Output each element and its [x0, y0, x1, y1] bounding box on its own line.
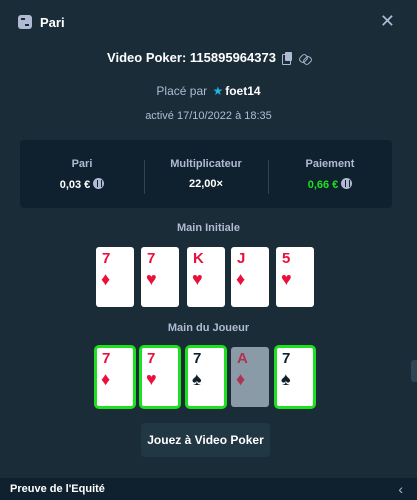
placed-by-label: Placé par: [156, 84, 208, 98]
card-rank: 5: [282, 250, 291, 267]
play-video-poker-button[interactable]: Jouez à Video Poker: [141, 423, 270, 457]
stat-multiplier-value: 22,00×: [189, 178, 223, 190]
username-link[interactable]: foet14: [225, 84, 260, 98]
card-suit-icon: ♦: [236, 269, 246, 289]
card-suit-icon: ♦: [101, 369, 111, 389]
card-suit-icon: ♠: [281, 369, 291, 389]
card-rank: 7: [282, 350, 291, 367]
card-suit-icon: ♥: [146, 269, 157, 289]
bet-id: 115895964373: [189, 50, 276, 65]
stat-bet: Pari 0,03 €: [20, 158, 144, 191]
chevron-left-icon[interactable]: ‹: [398, 481, 403, 497]
currency-coin-icon: [341, 177, 353, 189]
stat-bet-value: 0,03 €: [20, 177, 144, 191]
card-rank: K: [193, 250, 204, 267]
player_hand-card-4: A ♦: [231, 347, 269, 407]
player-hand-label: Main du Joueur: [167, 322, 250, 334]
card-suit-icon: ♦: [236, 369, 246, 389]
modal-header: Pari ✕: [0, 0, 417, 44]
initial_hand-card-2: 7 ♥: [141, 247, 179, 307]
copy-icon[interactable]: [281, 51, 293, 65]
sidebar-toggle-handle[interactable]: [411, 360, 417, 382]
card-suit-icon: ♥: [281, 269, 292, 289]
player_hand-card-3: 7 ♠: [185, 345, 227, 409]
initial-hand-label: Main Initiale: [177, 222, 240, 234]
stat-bet-label: Pari: [71, 157, 93, 170]
card-suit-icon: ♦: [101, 269, 111, 289]
player_hand-card-2: 7 ♥: [139, 345, 181, 409]
vip-star-icon: ★: [212, 84, 224, 98]
provably-fair-label: Preuve de l'Equité: [10, 483, 105, 495]
stat-multiplier: Multiplicateur 22,00×: [144, 158, 268, 194]
initial_hand-card-4: J ♦: [231, 247, 269, 307]
card-suit-icon: ♥: [146, 369, 157, 389]
stat-multiplier-label: Multiplicateur: [170, 158, 242, 170]
initial_hand-card-3: K ♥: [187, 247, 225, 307]
bet-stats-panel: Pari 0,03 € Multiplicateur 22,00× Paieme…: [20, 140, 392, 208]
stat-payout-label: Paiement: [305, 157, 355, 170]
bet-slip-icon: [18, 15, 32, 29]
placed-by-line: Placé par ★ foet14: [0, 84, 417, 98]
player_hand-card-1: 7 ♦: [94, 345, 136, 409]
card-rank: J: [237, 250, 246, 267]
bet-id-line: Video Poker: 115895964373: [0, 50, 417, 65]
card-rank: 7: [102, 250, 111, 267]
card-rank: 7: [147, 350, 156, 367]
close-icon[interactable]: ✕: [380, 12, 395, 30]
bet-date: activé 17/10/2022 à 18:35: [145, 110, 272, 122]
card-rank: 7: [193, 350, 202, 367]
stat-payout-value: 0,66 €: [268, 177, 392, 191]
card-rank: 7: [102, 350, 111, 367]
provably-fair-footer[interactable]: Preuve de l'Equité ‹: [0, 478, 417, 500]
game-label: Video Poker:: [107, 50, 187, 65]
card-rank: 7: [147, 250, 156, 267]
player_hand-card-5: 7 ♠: [274, 345, 316, 409]
initial_hand-card-5: 5 ♥: [276, 247, 314, 307]
currency-coin-icon: [93, 177, 105, 189]
initial_hand-card-1: 7 ♦: [96, 247, 134, 307]
card-suit-icon: ♠: [192, 369, 202, 389]
modal-title: Pari: [40, 14, 65, 30]
card-suit-icon: ♥: [192, 269, 203, 289]
card-rank: A: [237, 350, 248, 367]
link-icon[interactable]: [299, 52, 310, 64]
stat-payout: Paiement 0,66 €: [268, 157, 392, 194]
